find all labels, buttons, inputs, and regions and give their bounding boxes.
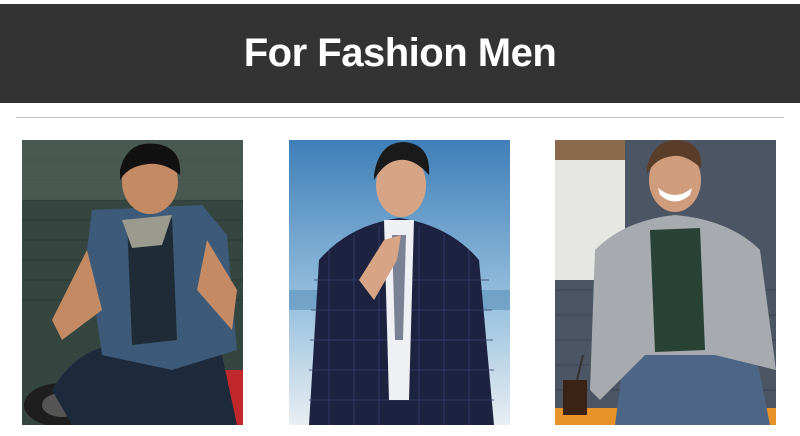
section-divider [16,117,784,118]
model-plaid-suit-image [289,140,510,425]
product-photo-plaid-suit[interactable] [289,140,510,425]
model-grey-blazer-image [555,140,776,425]
product-photo-grey-blazer[interactable] [555,140,776,425]
model-denim-vest-image [22,140,243,425]
header-banner: For Fashion Men [0,4,800,103]
page-title: For Fashion Men [243,31,557,75]
product-photo-denim-vest[interactable] [22,140,243,425]
